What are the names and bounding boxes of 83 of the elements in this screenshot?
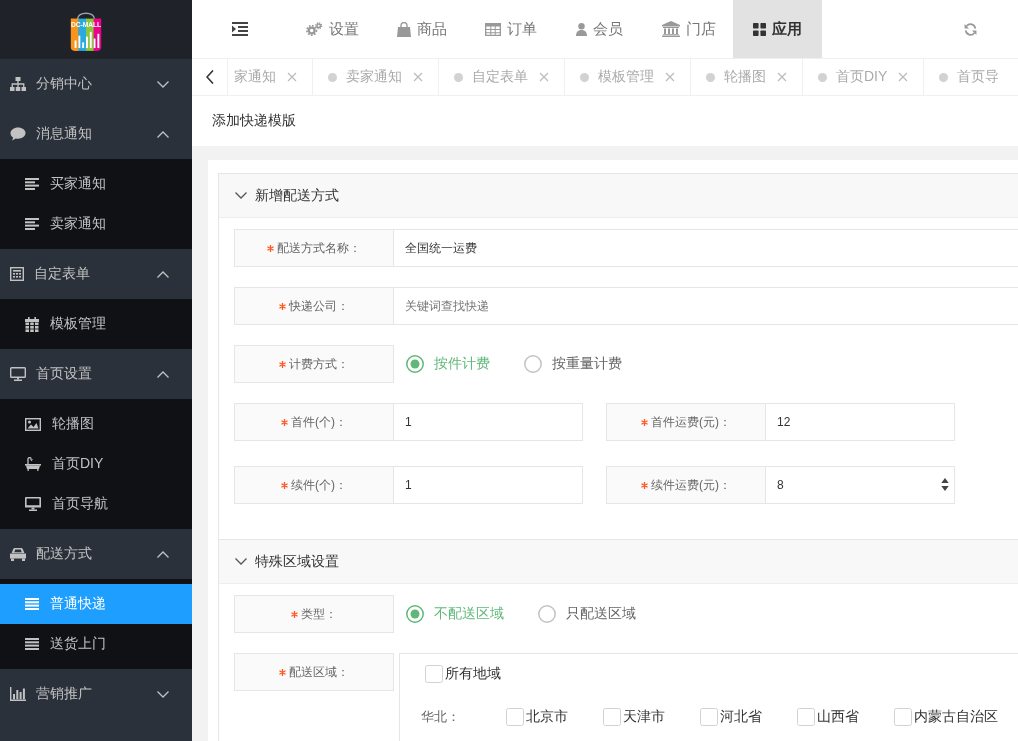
menu-item[interactable]: 卖家通知 (0, 204, 192, 244)
tab-dot-icon (706, 72, 715, 82)
tab-dot-icon (580, 72, 589, 82)
tab-dot-icon (328, 72, 337, 82)
checkbox-option[interactable]: 河北省 (700, 708, 797, 726)
nav-tab[interactable]: 商品 (377, 0, 466, 58)
tab-dot-icon (454, 72, 463, 82)
checkbox-option[interactable]: 内蒙古自治区 (894, 708, 998, 726)
menu-group[interactable]: 营销推广 (0, 669, 192, 719)
menu-item[interactable]: 买家通知 (0, 164, 192, 204)
checkbox-option[interactable]: 所有地域 (425, 664, 501, 684)
menu-item[interactable]: 轮播图 (0, 404, 192, 444)
gears-icon (306, 22, 323, 36)
chevron-left-icon (205, 70, 214, 84)
monitor-icon (10, 367, 26, 381)
speech-bubble-icon (10, 127, 26, 141)
image-icon (25, 417, 41, 431)
sitemap-icon (10, 77, 26, 91)
region-label: 华北： (421, 708, 461, 726)
menu-item[interactable]: 模板管理 (0, 304, 192, 344)
page-title: 添加快递模版 (212, 112, 296, 130)
car-icon (10, 547, 26, 561)
field-label: 首件(个)： (291, 413, 347, 431)
bank-building-icon (661, 21, 680, 37)
nav-tab[interactable]: 应用 (733, 0, 822, 58)
radio-option[interactable]: 只配送区域 (538, 605, 636, 623)
checkbox-option[interactable]: 北京市 (506, 708, 603, 726)
number-field[interactable]: 8 (766, 466, 955, 504)
field-label: 配送方式名称： (277, 239, 361, 257)
field-label: 计费方式： (289, 355, 349, 373)
nav-tab[interactable]: 门店 (644, 0, 733, 58)
radio-option[interactable]: 按重量计费 (524, 355, 622, 373)
menu-group[interactable]: 消息通知 (0, 109, 192, 159)
section-header[interactable]: 特殊区域设置 (219, 540, 1018, 584)
shopping-bag-logo (70, 11, 102, 51)
number-field[interactable]: 1 (394, 466, 583, 504)
nav-tab[interactable]: 设置 (288, 0, 377, 58)
number-field[interactable]: 1 (394, 403, 583, 441)
text-field[interactable]: 关键词查找快递 (394, 287, 1018, 325)
field-label: 类型： (301, 605, 337, 623)
align-left-icon (25, 218, 39, 230)
calendar-icon (25, 316, 39, 332)
close-icon[interactable] (777, 72, 787, 82)
menu-group[interactable]: 自定表单 (0, 249, 192, 299)
calculator-icon (10, 267, 24, 281)
table-icon (484, 22, 501, 36)
list-icon (25, 638, 39, 650)
number-field[interactable]: 12 (766, 403, 955, 441)
text-field[interactable]: 全国统一运费 (394, 229, 1018, 267)
checkbox-option[interactable]: 山西省 (797, 708, 894, 726)
checkbox-option[interactable]: 天津市 (603, 708, 700, 726)
indent-icon (232, 22, 248, 36)
menu-group[interactable]: 配送方式 (0, 529, 192, 579)
field-label: 配送区域： (289, 663, 349, 681)
section-header[interactable]: 新增配送方式 (219, 174, 1018, 218)
close-icon[interactable] (413, 72, 423, 82)
field-label: 首件运费(元)： (651, 413, 731, 431)
menu-group[interactable]: 首页设置 (0, 349, 192, 399)
shopping-bag-icon (396, 21, 411, 37)
nav-tab[interactable]: 会员 (555, 0, 644, 58)
tab-dot-icon (939, 72, 949, 82)
nav-tab[interactable]: 订单 (466, 0, 555, 58)
refresh-icon (963, 22, 977, 36)
stepper-arrows-icon[interactable] (941, 478, 949, 491)
menu-item[interactable]: 首页导航 (0, 484, 192, 524)
menu-item[interactable]: 首页DIY (0, 444, 192, 484)
field-label: 快递公司： (289, 297, 349, 315)
user-icon (576, 22, 587, 36)
monitor-icon (25, 497, 41, 511)
close-icon[interactable] (539, 72, 549, 82)
field-label: 续件(个)： (291, 476, 347, 494)
menu-item[interactable]: 送货上门 (0, 624, 192, 664)
close-icon[interactable] (287, 72, 297, 82)
tab-dot-icon (818, 72, 827, 82)
menu-group[interactable]: 分销中心 (0, 59, 192, 109)
bathtub-icon (25, 457, 41, 471)
grid-icon (753, 22, 766, 36)
close-icon[interactable] (898, 72, 909, 82)
bar-chart-icon (10, 687, 26, 701)
field-label: 续件运费(元)： (651, 476, 731, 494)
list-icon (25, 598, 39, 610)
align-left-icon (25, 178, 39, 190)
close-icon[interactable] (665, 72, 675, 82)
